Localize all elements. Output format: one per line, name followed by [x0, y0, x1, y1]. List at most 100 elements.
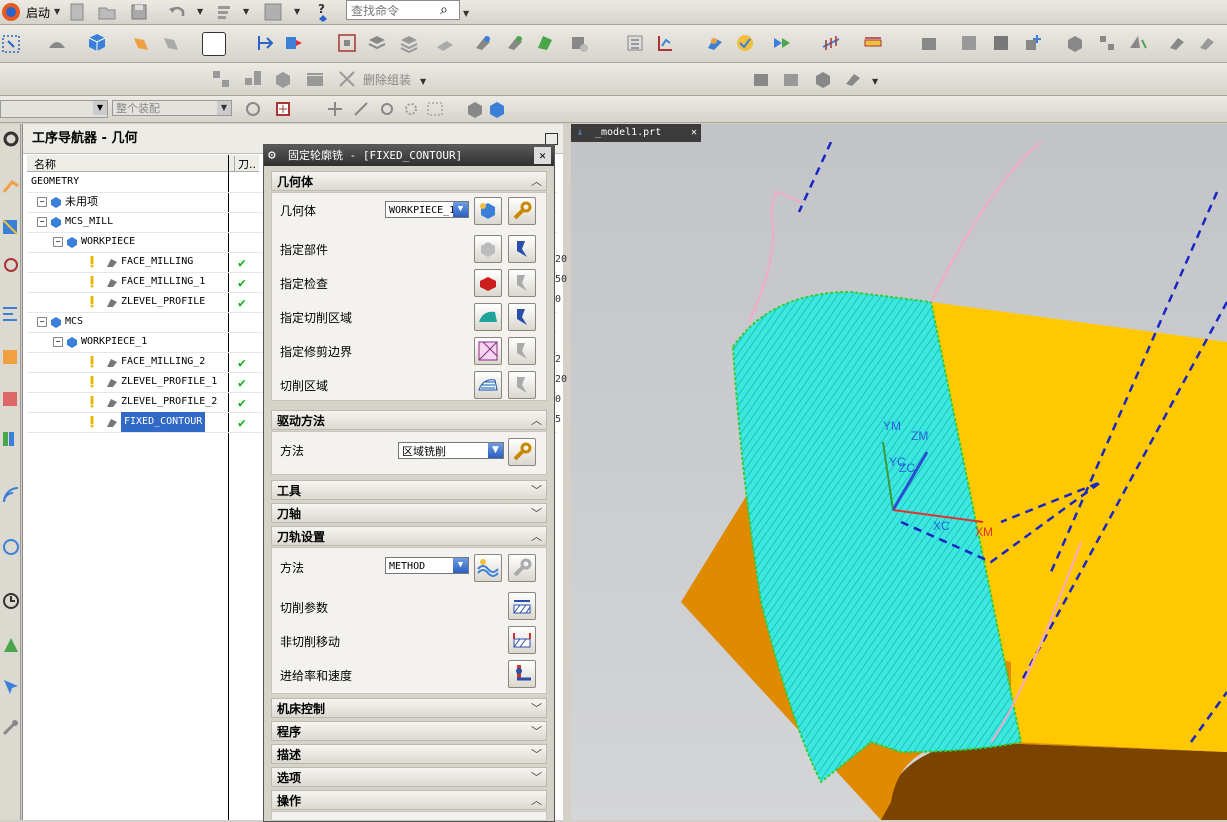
snap-quadrant-icon[interactable] [400, 98, 422, 120]
generate-path-icon[interactable] [704, 32, 726, 54]
section-drive-header[interactable]: 驱动方法 ︿ [271, 410, 547, 430]
section-machine-header[interactable]: 机床控制 ﹀ [271, 698, 547, 718]
navigator-icon[interactable] [624, 32, 646, 54]
dialog-settings-icon[interactable]: ⚙ [268, 145, 276, 166]
chevron-down-icon[interactable]: ﹀ [531, 699, 542, 719]
layer-icon[interactable] [366, 32, 388, 54]
layer-settings-icon[interactable] [398, 32, 420, 54]
orient-view-icon[interactable] [46, 33, 68, 55]
collapse-toggle-icon[interactable]: − [53, 337, 63, 347]
snap-point-icon[interactable] [324, 98, 346, 120]
cut-region-button[interactable] [474, 371, 502, 399]
new-geometry-button[interactable] [474, 197, 502, 225]
model-tab[interactable]: ⇓ _model1.prt ✕ [571, 124, 701, 142]
csys-icon[interactable] [282, 32, 304, 54]
display-trim-button[interactable] [508, 337, 536, 365]
column-name-header[interactable]: 名称 [34, 156, 56, 172]
feature-op3-icon[interactable] [812, 68, 834, 90]
path-method-select[interactable]: METHOD ▼ [385, 557, 469, 574]
delete-group-label[interactable]: 删除组装 [363, 71, 411, 88]
assembly-op2-icon[interactable] [242, 68, 264, 90]
operation-op4-icon[interactable] [1064, 32, 1086, 54]
edit-method-button[interactable] [508, 554, 536, 582]
type-filter-dropdown-icon[interactable]: ▼ [93, 101, 107, 115]
assembly-op4-icon[interactable] [304, 68, 326, 90]
delete-group-icon[interactable] [336, 68, 358, 90]
chevron-up-icon[interactable]: ︿ [531, 791, 542, 811]
feature-dropdown-icon[interactable]: ▼ [872, 77, 878, 86]
assembly-scope-dropdown-icon[interactable]: ▼ [217, 101, 231, 115]
display-check-button[interactable] [508, 269, 536, 297]
path-method-dropdown-icon[interactable]: ▼ [453, 558, 468, 573]
chevron-down-icon[interactable]: ﹀ [531, 768, 542, 788]
resource-tool2-icon[interactable] [0, 716, 18, 738]
edit-drive-method-button[interactable] [508, 438, 536, 466]
resource-settings-icon[interactable] [0, 128, 19, 150]
specify-check-button[interactable] [474, 269, 502, 297]
chevron-up-icon[interactable]: ︿ [531, 411, 542, 431]
geometry-green-icon[interactable] [534, 32, 556, 54]
new-file-icon[interactable] [66, 1, 88, 23]
new-method-button[interactable] [474, 554, 502, 582]
resource-mcs-icon[interactable] [0, 176, 19, 198]
chevron-up-icon[interactable]: ︿ [531, 527, 542, 547]
drive-method-select[interactable]: 区域铣削 ▼ [398, 442, 504, 459]
postprocess-icon[interactable] [820, 32, 842, 54]
feature-op4-icon[interactable] [842, 68, 864, 90]
undo-icon[interactable] [166, 1, 188, 23]
window-dropdown-icon[interactable]: ▼ [294, 7, 300, 16]
program-order-icon[interactable] [654, 32, 676, 54]
assembly-op1-icon[interactable] [210, 68, 232, 90]
resource-history-icon[interactable] [0, 536, 19, 558]
open-folder-icon[interactable] [96, 1, 118, 23]
geometry-select[interactable]: WORKPIECE_1 ▼ [385, 201, 469, 218]
help-icon[interactable]: ? [312, 0, 334, 22]
snap-center-icon[interactable] [376, 98, 398, 120]
operation-op7-icon[interactable] [1166, 32, 1188, 54]
specify-trim-button[interactable] [474, 337, 502, 365]
resource-role-icon[interactable] [0, 634, 18, 656]
assembly-op3-icon[interactable] [272, 68, 294, 90]
eraser-icon[interactable] [434, 33, 456, 55]
section-description-header[interactable]: 描述 ﹀ [271, 744, 547, 764]
section-tool-header[interactable]: 工具 ﹀ [271, 480, 547, 500]
feature-op2-icon[interactable] [780, 68, 802, 90]
section-geometry-header[interactable]: 几何体 ︿ [271, 171, 547, 191]
app-logo-icon[interactable] [0, 1, 22, 23]
machining-dropdown-icon[interactable]: ▼ [243, 7, 249, 16]
drive-method-dropdown-icon[interactable]: ▼ [488, 443, 503, 458]
specify-part-button[interactable] [474, 235, 502, 263]
resource-machine-icon[interactable] [0, 216, 18, 238]
start-menu-label[interactable]: 启动 [26, 4, 50, 21]
resource-method-icon[interactable] [0, 346, 18, 368]
verify-path-icon[interactable] [734, 32, 756, 54]
display-cut-region-button[interactable] [508, 371, 536, 399]
background-color-icon[interactable] [202, 32, 226, 56]
delete-group-dropdown-icon[interactable]: ▼ [420, 77, 426, 86]
graphics-window[interactable]: ⇓ _model1.prt ✕ YM ZM YC ZC XC XM [571, 124, 1227, 820]
section-axis-header[interactable]: 刀轴 ﹀ [271, 503, 547, 523]
select-icon[interactable] [0, 33, 22, 55]
solid-filter-icon[interactable] [464, 98, 486, 120]
fit-icon[interactable] [336, 32, 358, 54]
chevron-down-icon[interactable]: ﹀ [531, 745, 542, 765]
replay-path-icon[interactable] [770, 32, 792, 54]
tool-green-icon[interactable] [504, 32, 526, 54]
chevron-up-icon[interactable]: ︿ [531, 172, 542, 192]
column-tool-header[interactable]: 刀.. [234, 156, 256, 172]
snap-end-icon[interactable] [350, 98, 372, 120]
non-cut-moves-button[interactable] [508, 626, 536, 654]
chevron-down-icon[interactable]: ﹀ [531, 481, 542, 501]
collapse-toggle-icon[interactable]: − [37, 217, 47, 227]
add-icon[interactable] [1022, 32, 1044, 54]
body-filter-icon[interactable] [486, 98, 508, 120]
section-options-header[interactable]: 选项 ﹀ [271, 767, 547, 787]
operation-op8-icon[interactable] [1196, 32, 1218, 54]
section-path-header[interactable]: 刀轨设置 ︿ [271, 526, 547, 546]
resource-library-icon[interactable] [0, 388, 18, 410]
machining-icon[interactable] [214, 1, 236, 23]
collapse-toggle-icon[interactable]: − [53, 237, 63, 247]
undo-dropdown-icon[interactable]: ▼ [197, 7, 203, 16]
search-icon[interactable]: ⌕ [440, 2, 448, 18]
chevron-down-icon[interactable]: ﹀ [531, 722, 542, 742]
